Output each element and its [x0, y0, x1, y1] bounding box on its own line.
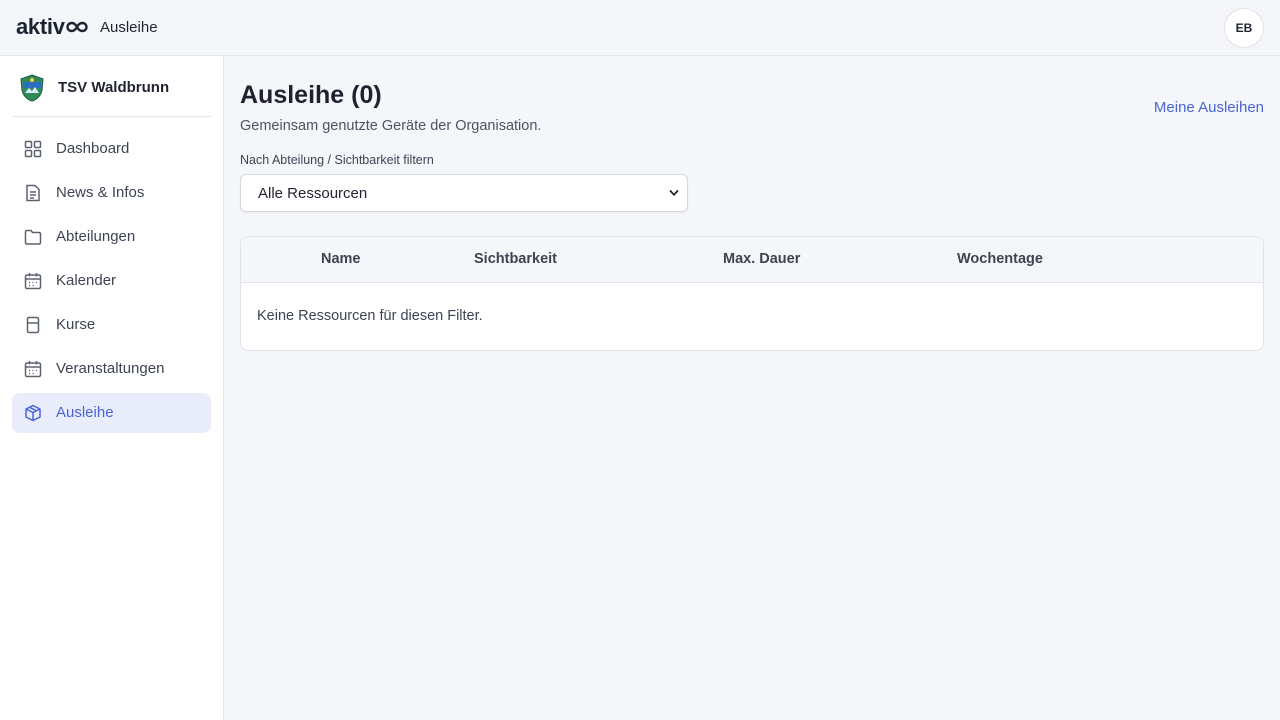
sidebar-item-news[interactable]: News & Infos [12, 173, 211, 213]
table-header: Name Sichtbarkeit Max. Dauer Wochentage [241, 237, 1263, 283]
page-title: Ausleihe (0) [240, 81, 382, 109]
folder-icon [24, 229, 42, 245]
sidebar-item-veranstaltungen[interactable]: Veranstaltungen [12, 349, 211, 389]
calendar-icon [24, 273, 42, 290]
box-icon [25, 404, 41, 422]
filter-select[interactable]: Alle Ressourcen [240, 174, 688, 212]
empty-state-message: Keine Ressourcen für diesen Filter. [257, 308, 483, 324]
infinity-logo-icon [65, 21, 88, 33]
resources-table: Name Sichtbarkeit Max. Dauer Wochentage … [240, 236, 1264, 351]
app-logo[interactable]: aktiv [16, 14, 88, 40]
sidebar-item-label: News & Infos [56, 184, 145, 201]
sidebar-item-label: Ausleihe [56, 404, 114, 421]
sidebar-nav: Dashboard News & Infos Abteilungen Kalen… [12, 129, 211, 437]
sidebar-item-label: Veranstaltungen [56, 360, 165, 377]
chevron-down-icon [669, 190, 679, 196]
top-bar: aktiv Ausleihe EB [0, 0, 1280, 56]
sidebar-item-label: Abteilungen [56, 228, 136, 245]
organization-header[interactable]: TSV Waldbrunn [12, 56, 211, 117]
column-header-name[interactable]: Name [321, 251, 361, 267]
calendar-icon [24, 361, 42, 378]
book-icon [26, 316, 40, 334]
my-loans-link[interactable]: Meine Ausleihen [1154, 99, 1264, 116]
app-section-title: Ausleihe [100, 19, 158, 36]
document-icon [26, 184, 40, 202]
sidebar-item-abteilungen[interactable]: Abteilungen [12, 217, 211, 257]
sidebar: TSV Waldbrunn Dashboard News & Infos Abt… [0, 56, 224, 720]
sidebar-item-kalender[interactable]: Kalender [12, 261, 211, 301]
sidebar-item-kurse[interactable]: Kurse [12, 305, 211, 345]
sidebar-item-label: Kurse [56, 316, 96, 333]
filter-label: Nach Abteilung / Sichtbarkeit filtern [240, 153, 434, 167]
sidebar-item-label: Dashboard [56, 140, 130, 157]
filter-selected-value: Alle Ressourcen [258, 185, 368, 202]
sidebar-item-dashboard[interactable]: Dashboard [12, 129, 211, 169]
column-header-weekdays[interactable]: Wochentage [957, 251, 1043, 267]
column-header-max-duration[interactable]: Max. Dauer [723, 251, 800, 267]
sidebar-item-label: Kalender [56, 272, 117, 289]
column-header-visibility[interactable]: Sichtbarkeit [474, 251, 557, 267]
organization-name: TSV Waldbrunn [58, 79, 170, 96]
user-avatar[interactable]: EB [1224, 8, 1264, 48]
club-crest-icon [20, 74, 44, 102]
logo-text: aktiv [16, 14, 65, 39]
grid-icon [24, 140, 42, 158]
sidebar-item-ausleihe[interactable]: Ausleihe [12, 393, 211, 433]
page-subtitle: Gemeinsam genutzte Geräte der Organisati… [240, 118, 542, 134]
